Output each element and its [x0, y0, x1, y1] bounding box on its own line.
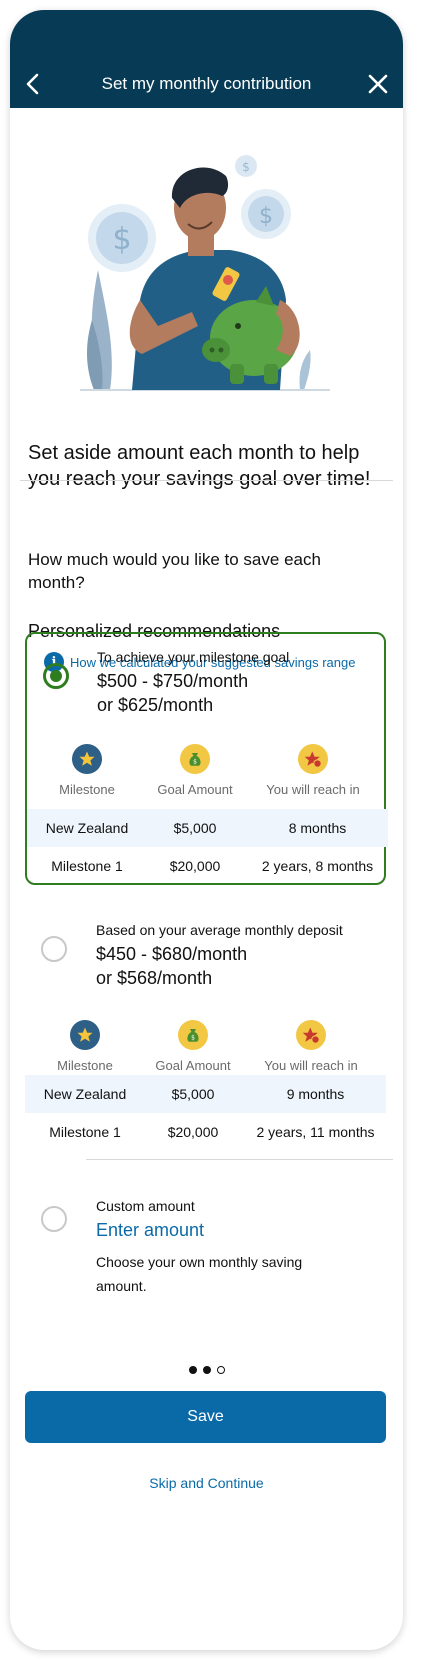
star-icon — [70, 1020, 100, 1050]
close-icon[interactable] — [367, 73, 389, 95]
table-row: New Zealand $5,000 9 months — [25, 1075, 386, 1113]
cell-goal: $20,000 — [169, 858, 221, 874]
money-bag-icon: $ — [178, 1020, 208, 1050]
option-average: or $568/month — [96, 968, 213, 988]
col-goal: $ Goal Amount — [133, 1020, 253, 1073]
page-indicator — [10, 1366, 403, 1374]
radio-unselected[interactable] — [41, 936, 67, 962]
skip-continue-link[interactable]: Skip and Continue — [10, 1475, 403, 1491]
cell-reach: 8 months — [288, 820, 347, 836]
option-range: $500 - $750/month — [97, 671, 249, 691]
table-row: Milestone 1 $20,000 2 years, 11 months — [25, 1113, 386, 1151]
save-button[interactable]: Save — [25, 1391, 386, 1443]
col-label: You will reach in — [266, 782, 360, 797]
option-average: or $625/month — [97, 695, 214, 715]
col-label: Milestone — [57, 1058, 113, 1073]
col-milestone: Milestone — [25, 1020, 145, 1073]
col-milestone: Milestone — [27, 744, 147, 797]
cell-goal: $20,000 — [167, 1124, 219, 1140]
table-header: Milestone $ Goal Amount You will reach i… — [27, 744, 388, 804]
star-icon — [72, 744, 102, 774]
custom-description: Choose your own monthly saving amount. — [96, 1254, 303, 1294]
page-dot — [216, 1366, 225, 1374]
col-reach: You will reach in — [253, 744, 373, 797]
svg-text:$: $ — [259, 204, 273, 229]
svg-text:$: $ — [191, 1035, 195, 1042]
page-dot — [188, 1366, 197, 1374]
question-text: How much would you like to save each mon… — [28, 550, 321, 592]
option-range: $450 - $680/month — [96, 944, 248, 964]
cell-milestone: New Zealand — [43, 1086, 127, 1102]
star-clock-icon — [296, 1020, 326, 1050]
col-label: You will reach in — [264, 1058, 358, 1073]
savings-illustration: $ $ $ — [80, 155, 330, 391]
table-row: New Zealand $5,000 8 months — [27, 809, 388, 847]
col-label: Milestone — [59, 782, 115, 797]
option-milestone-goal[interactable]: To achieve your milestone goal $500 - $7… — [25, 632, 388, 885]
svg-text:$: $ — [193, 759, 197, 766]
cell-reach: 2 years, 11 months — [256, 1124, 375, 1140]
custom-label: Custom amount — [96, 1198, 195, 1214]
option-label: Based on your average monthly deposit — [96, 922, 343, 938]
svg-text:$: $ — [112, 222, 131, 257]
cell-goal: $5,000 — [173, 820, 217, 836]
divider — [86, 1159, 393, 1160]
page-dot-current — [202, 1366, 211, 1374]
money-bag-icon: $ — [180, 744, 210, 774]
cell-reach: 2 years, 8 months — [261, 858, 374, 874]
col-label: Goal Amount — [155, 1058, 231, 1073]
divider — [20, 480, 393, 481]
enter-amount-link[interactable]: Enter amount — [96, 1220, 204, 1241]
radio-custom[interactable] — [41, 1206, 67, 1232]
col-goal: $ Goal Amount — [135, 744, 255, 797]
col-label: Goal Amount — [157, 782, 233, 797]
cell-milestone: Milestone 1 — [49, 1124, 121, 1140]
cell-milestone: New Zealand — [45, 820, 129, 836]
cell-goal: $5,000 — [171, 1086, 215, 1102]
table-row: Milestone 1 $20,000 2 years, 8 months — [27, 847, 388, 885]
cell-reach: 9 months — [286, 1086, 345, 1102]
option-average-deposit[interactable]: Based on your average monthly deposit $4… — [25, 910, 386, 1150]
star-clock-icon — [298, 744, 328, 774]
radio-selected[interactable] — [43, 663, 69, 689]
table-header: Milestone $ Goal Amount You will reach i… — [25, 1020, 386, 1080]
app-header: Set my monthly contribution — [10, 10, 403, 108]
svg-text:$: $ — [242, 160, 250, 174]
cell-milestone: Milestone 1 — [51, 858, 123, 874]
option-label: To achieve your milestone goal — [97, 649, 290, 665]
page-title: Set my monthly contribution — [101, 74, 312, 93]
intro-text: Set aside amount each month to help you … — [28, 442, 371, 490]
col-reach: You will reach in — [251, 1020, 371, 1073]
phone-screen: Set my monthly contribution $ $ $ Set as… — [10, 10, 403, 1650]
